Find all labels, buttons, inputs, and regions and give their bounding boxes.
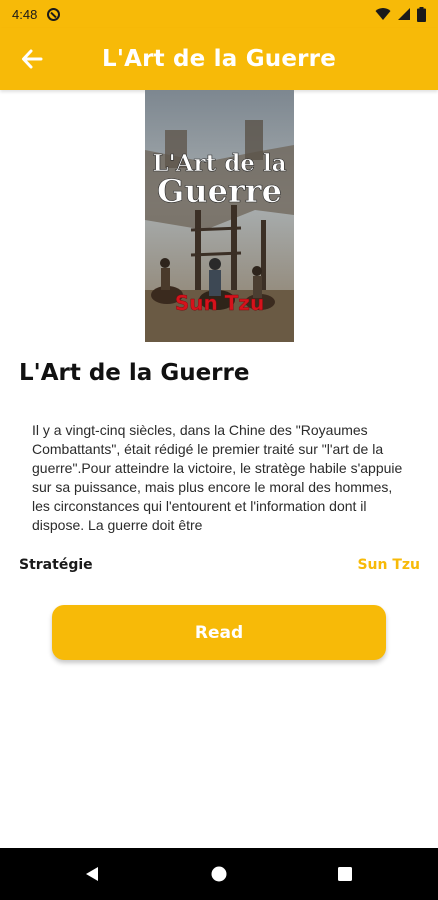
status-time: 4:48 [12,6,38,22]
book-cover: L'Art de la Guerre Sun Tzu [145,90,294,342]
battery-icon [417,6,426,22]
status-bar: 4:48 [0,0,438,28]
do-not-disturb-icon [47,7,61,21]
back-button[interactable] [18,45,46,73]
cover-author: Sun Tzu [175,291,264,315]
wifi-icon [375,8,391,20]
app-bar: L'Art de la Guerre [0,28,438,90]
book-author[interactable]: Sun Tzu [357,557,420,573]
book-description: Il y a vingt-cinq siècles, dans la Chine… [32,422,403,533]
status-icons [375,6,426,22]
square-recents-icon [338,867,352,881]
read-button[interactable]: Read [52,605,386,660]
arrow-back-icon [22,49,43,69]
cell-signal-icon [398,8,410,20]
book-category: Stratégie [19,557,93,573]
system-nav-bar [0,848,438,900]
nav-back-button[interactable] [80,862,104,886]
triangle-back-icon [86,867,98,881]
cover-title-line2: Guerre [157,172,282,210]
circle-home-icon [211,866,227,882]
nav-recents-button[interactable] [333,862,357,886]
book-title: L'Art de la Guerre [19,360,250,386]
nav-home-button[interactable] [207,862,231,886]
page-title: L'Art de la Guerre [101,46,337,72]
